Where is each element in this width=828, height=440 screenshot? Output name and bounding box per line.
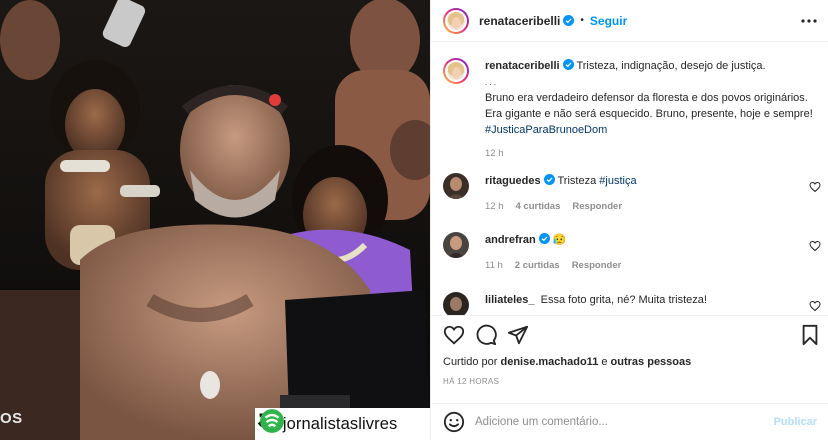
commenter-username[interactable]: andrefran (485, 234, 536, 246)
more-icon[interactable] (800, 13, 818, 29)
comment-input[interactable] (475, 416, 755, 428)
commenter-avatar[interactable] (443, 292, 469, 315)
repost-handle: @jornalistaslivres (266, 414, 398, 433)
comments-list[interactable]: renataceribelli Tristeza, indignação, de… (431, 43, 828, 315)
caption-hashtag[interactable]: #JusticaParaBrunoeDom (485, 124, 607, 136)
heart-icon[interactable] (809, 300, 821, 312)
post-header: renataceribelli • Seguir (431, 0, 828, 42)
post-photo[interactable]: OS @jornalistaslivres (0, 0, 430, 440)
comment-text: Essa foto grita, né? Muita tristeza! (540, 294, 707, 306)
publish-button[interactable]: Publicar (774, 416, 817, 428)
liked-by-user[interactable]: denise.machado11 (500, 356, 598, 368)
comment-item: andrefran 😥 11 h 2 curtidas Responder (443, 232, 821, 271)
comment-likes[interactable]: 2 curtidas (515, 260, 560, 271)
caption-body: Bruno era verdadeiro defensor da florest… (485, 92, 813, 120)
caption-time[interactable]: 12 h (485, 148, 504, 159)
commenter-username[interactable]: liliateles_ (485, 294, 535, 306)
post-photo-illustration (0, 0, 430, 440)
liked-by-prefix: Curtido por (443, 356, 501, 368)
liked-by-others[interactable]: outras pessoas (611, 356, 692, 368)
repost-watermark: @jornalistaslivres (255, 408, 430, 440)
comment-hashtag[interactable]: #justiça (599, 175, 636, 187)
comment-item: liliateles_ Essa foto grita, né? Muita t… (443, 292, 821, 315)
post-sidebar: renataceribelli • Seguir renataceribelli… (430, 0, 828, 440)
comment-time[interactable]: 11 h (485, 260, 503, 271)
comment-likes[interactable]: 4 curtidas (516, 201, 561, 212)
bookmark-icon[interactable] (799, 324, 821, 346)
comment-text: Tristeza (557, 175, 600, 187)
commenter-avatar[interactable] (443, 232, 469, 258)
share-icon[interactable] (507, 324, 529, 346)
action-bar (431, 315, 828, 351)
comment-composer: Publicar (431, 403, 828, 440)
jornalistas-livres-logo-icon (260, 409, 284, 433)
verified-icon (543, 174, 555, 185)
verified-icon (563, 15, 575, 26)
caption-dots: . . . (485, 78, 497, 87)
verified-icon (538, 233, 550, 244)
post-timestamp[interactable]: HÁ 12 HORAS (443, 377, 499, 386)
comment-text: 😥 (552, 234, 567, 246)
author-username[interactable]: renataceribelli (479, 14, 560, 28)
heart-icon[interactable] (809, 181, 821, 193)
comment-icon[interactable] (475, 324, 497, 346)
separator-dot: • (580, 15, 584, 26)
liked-by: Curtido por denise.machado11 e outras pe… (443, 356, 691, 368)
caption-avatar[interactable] (443, 58, 469, 84)
author-avatar[interactable] (443, 7, 469, 34)
caption: renataceribelli Tristeza, indignação, de… (443, 58, 821, 159)
commenter-username[interactable]: ritaguedes (485, 175, 541, 187)
reply-button[interactable]: Responder (572, 260, 622, 271)
follow-button[interactable]: Seguir (590, 14, 627, 28)
commenter-avatar[interactable] (443, 173, 469, 199)
reply-button[interactable]: Responder (572, 201, 622, 212)
comment-time[interactable]: 12 h (485, 201, 504, 212)
heart-icon[interactable] (443, 324, 465, 346)
caption-username[interactable]: renataceribelli (485, 60, 560, 72)
verified-icon (562, 59, 574, 70)
emoji-icon[interactable] (443, 411, 465, 433)
caption-title: Tristeza, indignação, desejo de justiça. (576, 60, 766, 72)
photo-cropped-text: OS (0, 410, 23, 427)
liked-by-suffix: e (598, 356, 611, 368)
heart-icon[interactable] (809, 240, 821, 252)
comment-item: ritaguedes Tristeza #justiça 12 h 4 curt… (443, 173, 821, 212)
